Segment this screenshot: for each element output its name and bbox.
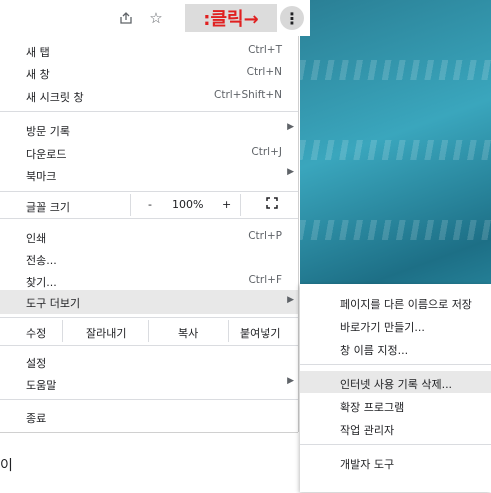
- divider: [0, 218, 298, 219]
- zoom-in-button[interactable]: +: [222, 198, 231, 211]
- submenu-label: 확장 프로그램: [340, 401, 405, 414]
- submenu-arrow-icon: ▶: [287, 167, 294, 177]
- submenu-label: 작업 관리자: [340, 424, 395, 437]
- zoom-level: 100%: [172, 198, 204, 211]
- divider: [0, 191, 298, 192]
- menu-label: 전송...: [26, 254, 57, 267]
- submenu-item-save-page[interactable]: 페이지를 다른 이름으로 저장: [300, 291, 491, 313]
- submenu-label: 페이지를 다른 이름으로 저장: [340, 298, 472, 311]
- menu-label: 종료: [26, 412, 47, 425]
- menu-item-new-tab[interactable]: 새 탭 Ctrl+T: [0, 40, 298, 61]
- divider: [0, 111, 298, 112]
- submenu-item-create-shortcut[interactable]: 바로가기 만들기...: [300, 314, 491, 336]
- submenu-label: 개발자 도구: [340, 458, 395, 471]
- menu-item-print[interactable]: 인쇄 Ctrl+P: [0, 226, 298, 247]
- annotation-text: :클릭→: [203, 9, 259, 30]
- edit-row: 수정 잘라내기 복사 붙여넣기: [0, 320, 298, 342]
- submenu-label: 창 이름 지정...: [340, 344, 409, 357]
- menu-item-bookmarks[interactable]: 북마크 ▶: [0, 164, 298, 185]
- menu-item-downloads[interactable]: 다운로드 Ctrl+J: [0, 142, 298, 163]
- zoom-out-button[interactable]: -: [148, 198, 152, 211]
- click-annotation: :클릭→: [185, 4, 277, 32]
- menu-item-history[interactable]: 방문 기록 ▶: [0, 119, 298, 140]
- chrome-main-menu: 새 탭 Ctrl+T 새 창 Ctrl+N 새 시크릿 창 Ctrl+Shift…: [0, 36, 299, 432]
- fullscreen-icon[interactable]: [266, 197, 278, 212]
- menu-label: 새 창: [26, 68, 50, 81]
- menu-shortcut: Ctrl+F: [248, 274, 282, 286]
- browser-toolbar: ☆ :클릭→ ⋮: [0, 0, 310, 36]
- menu-label: 설정: [26, 357, 47, 370]
- divider: [0, 317, 298, 318]
- submenu-item-task-manager[interactable]: 작업 관리자: [300, 417, 491, 439]
- menu-shortcut: Ctrl+Shift+N: [214, 89, 282, 101]
- submenu-arrow-icon: ▶: [287, 122, 294, 132]
- page-content: 이: [0, 432, 298, 493]
- menu-label: 인쇄: [26, 232, 47, 245]
- menu-label: 수정: [26, 327, 47, 340]
- submenu-arrow-icon: ▶: [287, 295, 294, 305]
- divider: [300, 444, 491, 445]
- menu-label: 새 탭: [26, 46, 50, 59]
- menu-shortcut: Ctrl+P: [248, 230, 282, 242]
- more-tools-submenu: 페이지를 다른 이름으로 저장 바로가기 만들기... 창 이름 지정... 인…: [300, 284, 491, 492]
- menu-shortcut: Ctrl+T: [248, 44, 282, 56]
- menu-item-new-incognito[interactable]: 새 시크릿 창 Ctrl+Shift+N: [0, 85, 298, 106]
- submenu-item-clear-browsing-data[interactable]: 인터넷 사용 기록 삭제...: [300, 371, 491, 393]
- page-text: 이: [0, 458, 13, 474]
- menu-label: 찾기...: [26, 276, 57, 289]
- submenu-arrow-icon: ▶: [287, 376, 294, 386]
- menu-label: 글꼴 크기: [26, 201, 70, 214]
- submenu-item-extensions[interactable]: 확장 프로그램: [300, 394, 491, 416]
- menu-label: 도움말: [26, 379, 57, 392]
- menu-label: 도구 더보기: [26, 297, 81, 310]
- menu-item-cast[interactable]: 전송...: [0, 248, 298, 269]
- menu-item-more-tools[interactable]: 도구 더보기 ▶: [0, 290, 298, 314]
- share-icon[interactable]: [114, 6, 138, 30]
- menu-shortcut: Ctrl+N: [246, 66, 282, 78]
- menu-label: 방문 기록: [26, 125, 70, 138]
- menu-item-new-window[interactable]: 새 창 Ctrl+N: [0, 62, 298, 83]
- star-icon[interactable]: ☆: [144, 6, 168, 30]
- menu-item-exit[interactable]: 종료: [0, 406, 298, 427]
- submenu-label: 인터넷 사용 기록 삭제...: [340, 378, 453, 391]
- menu-shortcut: Ctrl+J: [251, 146, 282, 158]
- divider: [0, 399, 298, 400]
- menu-button[interactable]: ⋮: [280, 6, 304, 30]
- submenu-label: 바로가기 만들기...: [340, 321, 425, 334]
- menu-item-find[interactable]: 찾기... Ctrl+F: [0, 270, 298, 291]
- menu-label: 새 시크릿 창: [26, 91, 84, 104]
- menu-item-settings[interactable]: 설정: [0, 351, 298, 372]
- divider: [300, 364, 491, 365]
- menu-label: 다운로드: [26, 148, 67, 161]
- menu-item-help[interactable]: 도움말 ▶: [0, 373, 298, 394]
- zoom-row: 글꼴 크기 - 100% +: [0, 194, 298, 216]
- copy-button[interactable]: 복사: [178, 325, 198, 341]
- submenu-item-name-window[interactable]: 창 이름 지정...: [300, 337, 491, 359]
- paste-button[interactable]: 붙여넣기: [240, 325, 280, 341]
- cut-button[interactable]: 잘라내기: [86, 325, 126, 341]
- submenu-item-dev-tools[interactable]: 개발자 도구: [300, 451, 491, 473]
- divider: [0, 345, 298, 346]
- menu-label: 북마크: [26, 170, 57, 183]
